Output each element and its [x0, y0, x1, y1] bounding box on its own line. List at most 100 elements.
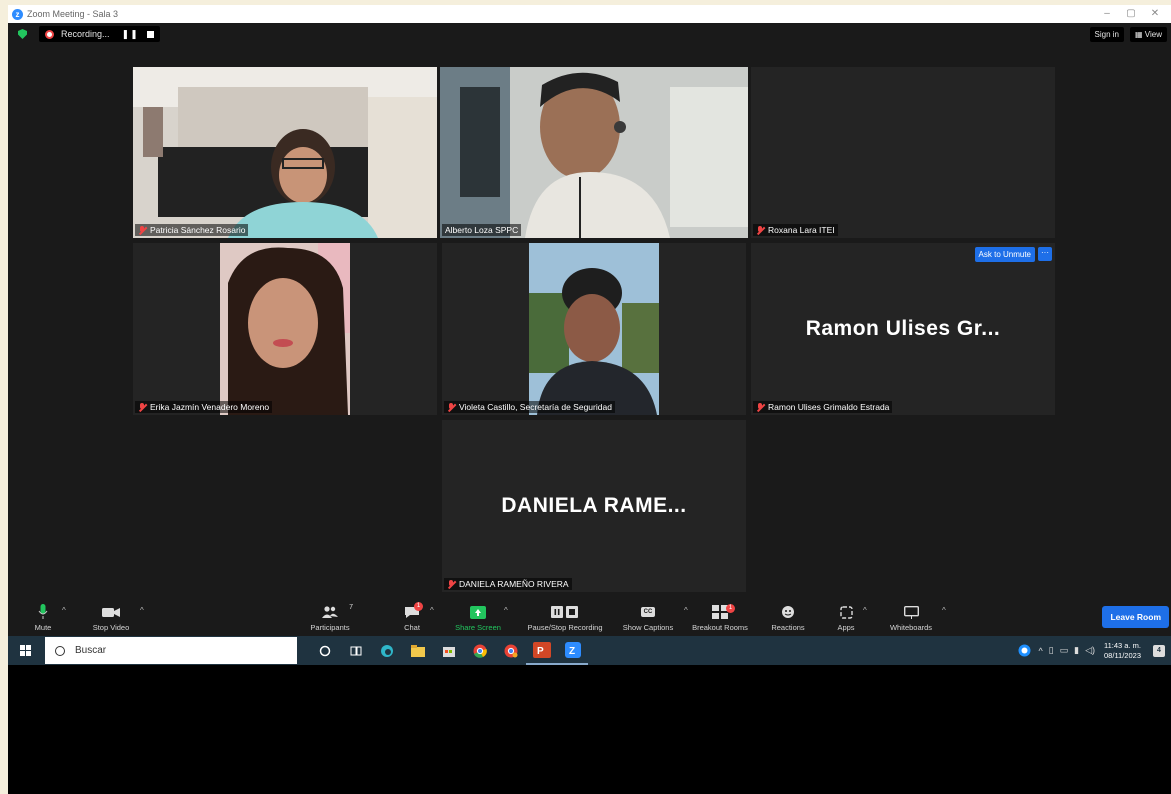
pause-recording-icon[interactable]: ❚❚	[122, 29, 139, 40]
reactions-label: Reactions	[771, 623, 805, 632]
sign-in-button[interactable]: Sign in	[1089, 27, 1125, 42]
minimize-button[interactable]: –	[1095, 5, 1119, 23]
zoom-taskbar-icon[interactable]: Z	[557, 636, 588, 665]
captions-options-caret-icon[interactable]: ^	[684, 606, 688, 615]
participant-name: Violeta Castillo, Secretaría de Segurida…	[459, 402, 612, 412]
window-title: Zoom Meeting - Sala 3	[27, 9, 119, 19]
mic-muted-icon	[756, 402, 764, 412]
cortana-icon[interactable]	[309, 636, 340, 665]
alberto-video	[440, 67, 748, 238]
stop-recording-icon[interactable]	[146, 30, 154, 38]
leave-room-button[interactable]: Leave Room	[1102, 606, 1169, 628]
window-titlebar: z Zoom Meeting - Sala 3 – ▢ ✕	[8, 5, 1171, 23]
participant-nametag: Erika Jazmín Venadero Moreno	[135, 401, 273, 413]
volume-icon[interactable]: ◁)	[1085, 645, 1095, 656]
weather-icon[interactable]	[1018, 644, 1031, 657]
participant-name: Roxana Lara ITEI	[768, 225, 835, 235]
share-options-caret-icon[interactable]: ^	[504, 606, 508, 615]
video-tile-patricia[interactable]: Patricia Sánchez Rosario	[133, 67, 437, 238]
maximize-button[interactable]: ▢	[1119, 5, 1143, 23]
chrome-icon[interactable]	[464, 636, 495, 665]
video-options-caret-icon[interactable]: ^	[140, 606, 144, 615]
camera-icon	[102, 607, 120, 617]
microphone-icon	[38, 604, 48, 619]
apps-icon	[839, 605, 853, 619]
participant-name: DANIELA RAMEÑO RIVERA	[459, 579, 569, 589]
system-tray: ^ ▯ ▭ ▮ ◁) 11:43 a. m. 08/11/2023 4	[1018, 636, 1171, 665]
view-button[interactable]: ▦ View	[1130, 27, 1167, 42]
mute-button[interactable]: ^ Mute	[28, 603, 66, 632]
share-screen-label: Share Screen	[455, 623, 501, 632]
mute-label: Mute	[34, 623, 52, 632]
breakout-rooms-label: Breakout Rooms	[692, 623, 748, 632]
show-hidden-icons-icon[interactable]: ^	[1038, 646, 1042, 656]
chrome-profile-icon[interactable]	[495, 636, 526, 665]
participants-button[interactable]: 7 Participants	[306, 603, 354, 632]
video-tile-daniela[interactable]: DANIELA RAME... DANIELA RAMEÑO RIVERA	[442, 420, 746, 592]
breakout-badge: 1	[726, 604, 735, 613]
powerpoint-icon[interactable]: P	[526, 636, 557, 665]
participant-name: Erika Jazmín Venadero Moreno	[150, 402, 270, 412]
apps-options-caret-icon[interactable]: ^	[863, 606, 867, 615]
pause-stop-recording-label: Pause/Stop Recording	[527, 623, 603, 632]
meeting-area: Recording... ❚❚ Sign in ▦ View Patricia …	[8, 23, 1171, 601]
mic-muted-icon	[447, 579, 455, 589]
meeting-toolbar: ^ Mute ^ Stop Video 7 Participants 1 ^ C…	[8, 601, 1171, 636]
mute-options-caret-icon[interactable]: ^	[62, 606, 66, 615]
participant-nametag: DANIELA RAMEÑO RIVERA	[444, 578, 572, 590]
reactions-button[interactable]: Reactions	[767, 603, 809, 632]
more-options-button[interactable]: ···	[1038, 247, 1052, 261]
video-tile-alberto[interactable]: Alberto Loza SPPC	[440, 67, 748, 238]
whiteboards-button[interactable]: ^ Whiteboards	[884, 603, 946, 632]
pause-stop-recording-icon	[551, 606, 578, 618]
participants-count: 7	[349, 604, 353, 611]
participant-nametag: Alberto Loza SPPC	[442, 224, 522, 236]
screen: z Zoom Meeting - Sala 3 – ▢ ✕ Recording.…	[8, 5, 1171, 794]
video-tile-erika[interactable]: Erika Jazmín Venadero Moreno	[133, 243, 437, 415]
mic-muted-icon	[138, 225, 146, 235]
patricia-video	[133, 67, 437, 238]
file-explorer-icon[interactable]	[402, 636, 433, 665]
notifications-icon[interactable]: 4	[1153, 644, 1165, 657]
network-icon[interactable]: ▭	[1060, 645, 1069, 656]
task-view-icon[interactable]	[340, 636, 371, 665]
chat-options-caret-icon[interactable]: ^	[430, 606, 434, 615]
recording-label: Recording...	[61, 29, 110, 39]
participant-nametag: Violeta Castillo, Secretaría de Segurida…	[444, 401, 615, 413]
edge-browser-icon[interactable]	[371, 636, 402, 665]
taskbar-search-placeholder: Buscar	[75, 645, 107, 656]
search-icon	[55, 645, 65, 656]
participant-nametag: Ramon Ulises Grimaldo Estrada	[753, 401, 893, 413]
recording-dot-icon	[45, 29, 54, 39]
captions-icon: CC	[640, 607, 656, 617]
stop-video-button[interactable]: ^ Stop Video	[86, 603, 144, 632]
participants-icon	[322, 606, 338, 618]
taskbar-search-box[interactable]: Buscar	[45, 637, 297, 664]
show-captions-button[interactable]: CC ^ Show Captions	[620, 603, 688, 632]
battery-icon[interactable]: ▯	[1049, 645, 1054, 656]
microsoft-store-icon[interactable]	[433, 636, 464, 665]
show-captions-label: Show Captions	[622, 623, 674, 632]
windows-start-icon[interactable]	[20, 645, 31, 656]
taskbar-clock[interactable]: 11:43 a. m. 08/11/2023	[1104, 641, 1141, 661]
video-tile-violeta[interactable]: Violeta Castillo, Secretaría de Segurida…	[442, 243, 746, 415]
apps-label: Apps	[837, 623, 855, 632]
ask-to-unmute-button[interactable]: Ask to Unmute	[974, 247, 1035, 262]
mic-muted-icon	[138, 402, 146, 412]
close-button[interactable]: ✕	[1143, 5, 1167, 23]
video-tile-roxana[interactable]: Roxana Lara ITEI	[751, 67, 1055, 238]
participant-display-name: Ramon Ulises Gr...	[805, 317, 1001, 340]
microphone-tray-icon[interactable]: ▮	[1074, 645, 1079, 656]
breakout-rooms-button[interactable]: 1 Breakout Rooms	[689, 603, 751, 632]
security-shield-icon[interactable]	[18, 29, 27, 39]
share-screen-button[interactable]: ^ Share Screen	[454, 603, 508, 632]
pause-stop-recording-button[interactable]: Pause/Stop Recording	[520, 603, 610, 632]
whiteboards-label: Whiteboards	[889, 623, 933, 632]
whiteboard-options-caret-icon[interactable]: ^	[942, 606, 946, 615]
video-tile-ramon[interactable]: Ask to Unmute ··· Ramon Ulises Gr... Ram…	[751, 243, 1055, 415]
taskbar-time: 11:43 a. m.	[1104, 640, 1141, 650]
violeta-video	[442, 243, 746, 415]
apps-button[interactable]: ^ Apps	[833, 603, 867, 632]
chat-badge: 1	[414, 602, 423, 611]
chat-button[interactable]: 1 ^ Chat	[400, 602, 434, 632]
